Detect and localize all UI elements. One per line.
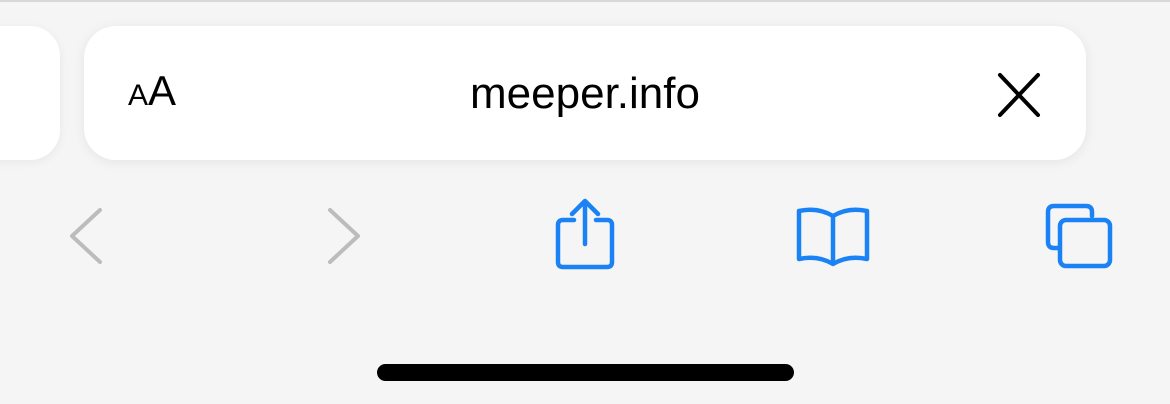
close-button[interactable] <box>994 72 1044 118</box>
share-button[interactable] <box>552 196 618 272</box>
tabs-button[interactable] <box>1042 200 1118 272</box>
home-indicator[interactable] <box>377 364 794 381</box>
chevron-left-icon <box>70 208 102 264</box>
book-icon <box>796 207 870 267</box>
share-icon <box>555 198 615 270</box>
address-bar[interactable]: A A meeper.info <box>84 26 1086 160</box>
tabs-icon <box>1045 203 1113 269</box>
chevron-right-icon <box>328 208 360 264</box>
bookmarks-button[interactable] <box>794 204 872 268</box>
previous-tab-card[interactable] <box>0 26 60 160</box>
url-text[interactable]: meeper.info <box>84 64 1086 124</box>
close-icon <box>998 73 1040 117</box>
top-divider <box>0 0 1170 2</box>
forward-button[interactable] <box>318 204 368 268</box>
back-button[interactable] <box>62 204 112 268</box>
